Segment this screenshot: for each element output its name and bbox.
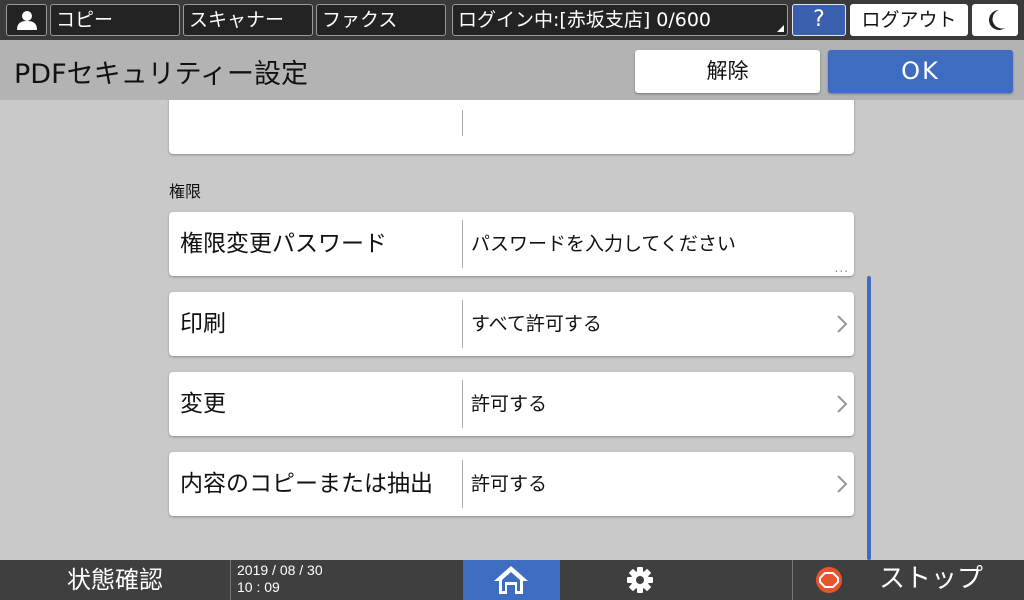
chevron-right-icon (837, 475, 848, 493)
top-bar: コピー スキャナー ファクス ログイン中:[赤坂支店] 0/600 ? ログアウ… (0, 0, 1024, 40)
title-bar: PDFセキュリティー設定 解除 OK (0, 40, 1024, 100)
expand-corner-icon (777, 25, 784, 32)
ok-button[interactable]: OK (828, 50, 1013, 93)
release-button[interactable]: 解除 (635, 50, 820, 93)
row-label: 変更 (180, 391, 226, 417)
row-divider (462, 220, 463, 268)
row-modify[interactable]: 変更 許可する (169, 372, 854, 436)
settings-button[interactable] (560, 560, 792, 600)
date-time-display: 2019 / 08 / 30 10 : 09 (230, 560, 463, 600)
moon-icon (989, 10, 1005, 30)
row-divider (462, 110, 463, 136)
settings-list[interactable]: 権限 権限変更パスワード パスワードを入力してください ... 印刷 すべて許可… (0, 100, 1024, 560)
logout-button[interactable]: ログアウト (850, 4, 968, 36)
home-icon (494, 566, 528, 594)
more-dots-icon: ... (834, 261, 849, 275)
user-button[interactable] (6, 4, 47, 36)
row-value: 許可する (471, 473, 548, 495)
time-text: 10 : 09 (237, 579, 280, 595)
row-label: 内容のコピーまたは抽出 (180, 471, 433, 497)
row-label: 印刷 (180, 311, 226, 337)
login-status-button[interactable]: ログイン中:[赤坂支店] 0/600 (452, 4, 788, 36)
row-divider (462, 460, 463, 508)
copy-app-button[interactable]: コピー (50, 4, 180, 36)
login-status-text: ログイン中:[赤坂支店] 0/600 (458, 9, 712, 31)
chevron-right-icon (837, 395, 848, 413)
row-value: パスワードを入力してください (471, 233, 736, 255)
list-item-partial[interactable] (169, 100, 854, 154)
row-print[interactable]: 印刷 すべて許可する (169, 292, 854, 356)
help-button[interactable]: ? (792, 4, 846, 36)
chevron-right-icon (837, 315, 848, 333)
gear-icon (627, 567, 653, 593)
row-copy-extract[interactable]: 内容のコピーまたは抽出 許可する (169, 452, 854, 516)
bottom-bar: 状態確認 2019 / 08 / 30 10 : 09 ストップ (0, 560, 1024, 600)
home-button[interactable] (463, 560, 560, 600)
stop-icon (816, 567, 842, 593)
row-divider (462, 380, 463, 428)
stop-button[interactable]: ストップ (792, 560, 1024, 600)
row-permission-password[interactable]: 権限変更パスワード パスワードを入力してください ... (169, 212, 854, 276)
row-label: 権限変更パスワード (180, 231, 387, 257)
sleep-button[interactable] (972, 4, 1018, 36)
scanner-app-button[interactable]: スキャナー (183, 4, 313, 36)
stop-label: ストップ (879, 564, 984, 594)
user-icon (17, 11, 37, 30)
scrollbar[interactable] (867, 276, 871, 560)
page-title: PDFセキュリティー設定 (14, 59, 308, 90)
fax-app-button[interactable]: ファクス (316, 4, 446, 36)
row-value: 許可する (471, 393, 548, 415)
status-check-button[interactable]: 状態確認 (0, 560, 230, 600)
row-divider (462, 300, 463, 348)
date-text: 2019 / 08 / 30 (237, 562, 323, 578)
section-label-permissions: 権限 (169, 182, 202, 201)
row-value: すべて許可する (471, 313, 602, 335)
